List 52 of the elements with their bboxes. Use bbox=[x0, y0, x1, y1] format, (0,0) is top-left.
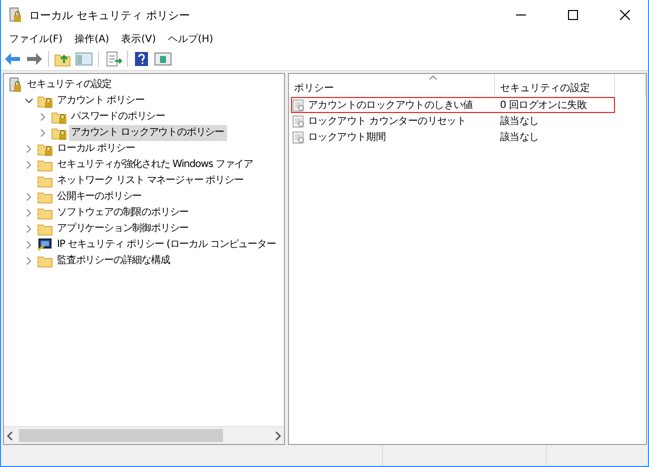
export-list-icon[interactable] bbox=[104, 51, 122, 67]
tree-item[interactable]: セキュリティの設定 bbox=[25, 77, 115, 93]
tree-item[interactable]: 公開キーのポリシー bbox=[55, 189, 145, 205]
policy-document-icon bbox=[292, 114, 305, 128]
forward-arrow-icon[interactable] bbox=[25, 51, 43, 67]
tree-item[interactable]: アカウント ロックアウトのポリシー bbox=[69, 125, 227, 141]
policy-setting: 該当なし bbox=[499, 130, 540, 144]
maximize-icon bbox=[568, 10, 578, 20]
horizontal-scrollbar[interactable] bbox=[4, 426, 284, 444]
folder-icon bbox=[37, 158, 53, 172]
tree-item[interactable]: アプリケーション制御ポリシー bbox=[55, 221, 192, 237]
policy-document-icon bbox=[292, 130, 305, 144]
policy-name[interactable]: ロックアウト カウンターのリセット bbox=[308, 114, 466, 128]
tree-item[interactable]: 監査ポリシーの詳細な構成 bbox=[55, 253, 173, 269]
menu-item[interactable]: 表示(V) bbox=[115, 32, 162, 46]
folder-icon bbox=[37, 222, 53, 236]
policy-setting: 該当なし bbox=[499, 114, 540, 128]
policy-name[interactable]: ロックアウト期間 bbox=[308, 130, 386, 144]
folder-icon bbox=[37, 174, 53, 188]
tree-item[interactable]: ネットワーク リスト マネージャー ポリシー bbox=[55, 173, 246, 189]
policy-setting: 0 回ログオンに失敗 bbox=[499, 98, 588, 112]
security-settings-icon bbox=[7, 7, 23, 23]
computer-key-icon bbox=[37, 238, 53, 252]
window-title: ローカル セキュリティ ポリシー bbox=[29, 8, 191, 22]
column-header[interactable]: セキュリティの設定 bbox=[495, 74, 615, 96]
locked-folder-icon bbox=[37, 142, 53, 156]
locked-folder-icon bbox=[51, 110, 67, 124]
locked-folder-icon bbox=[37, 94, 53, 108]
security-settings-icon bbox=[7, 77, 23, 93]
locked-folder-icon bbox=[51, 126, 67, 140]
chevron-down-icon[interactable] bbox=[25, 97, 33, 105]
tree-item[interactable]: セキュリティが強化された Windows ファイア bbox=[55, 157, 256, 173]
tree-item[interactable]: IP セキュリティ ポリシー (ローカル コンピューター bbox=[55, 237, 279, 253]
pane-toggle-icon[interactable] bbox=[75, 51, 93, 67]
pane-view-icon[interactable] bbox=[154, 51, 172, 67]
tree-item[interactable]: パスワードのポリシー bbox=[69, 109, 168, 125]
policy-document-icon bbox=[292, 98, 305, 112]
policy-name[interactable]: アカウントのロックアウトのしきい値 bbox=[308, 98, 473, 112]
menu-item[interactable]: 操作(A) bbox=[68, 32, 116, 46]
tree-item[interactable]: ローカル ポリシー bbox=[55, 141, 138, 157]
menu-item[interactable]: ファイル(F) bbox=[3, 32, 69, 46]
folder-icon bbox=[37, 206, 53, 220]
folder-icon bbox=[37, 190, 53, 204]
menu-item[interactable]: ヘルプ(H) bbox=[162, 32, 220, 46]
back-arrow-icon[interactable] bbox=[4, 51, 22, 67]
column-header[interactable]: ポリシー bbox=[289, 74, 495, 96]
folder-icon bbox=[37, 254, 53, 268]
help-icon[interactable] bbox=[133, 51, 151, 67]
close-icon bbox=[620, 10, 630, 20]
tree-item[interactable]: ソフトウェアの制限のポリシー bbox=[55, 205, 192, 221]
sort-ascending-icon bbox=[429, 75, 437, 80]
tree-item[interactable]: アカウント ポリシー bbox=[55, 93, 148, 109]
